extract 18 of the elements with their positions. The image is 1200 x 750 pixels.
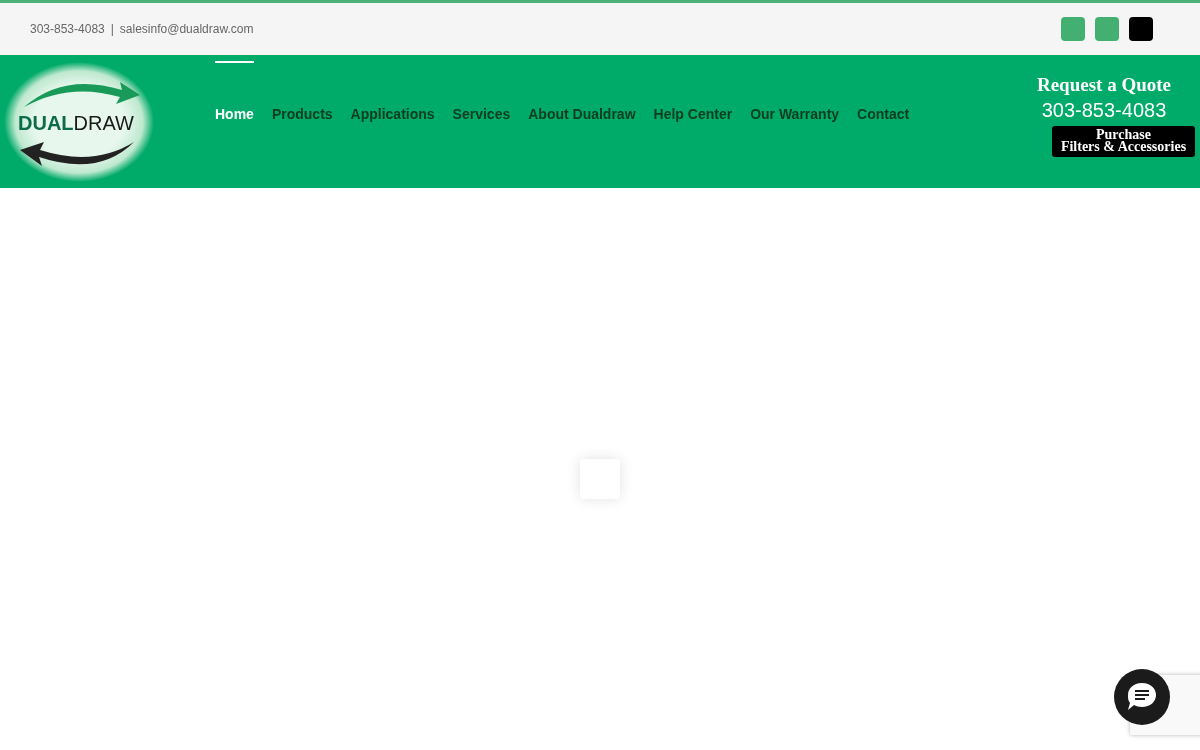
nav-link[interactable]: Home — [215, 61, 254, 122]
chat-button[interactable] — [1114, 669, 1170, 725]
nav-link[interactable]: About Dualdraw — [528, 61, 636, 122]
purchase-button[interactable]: Purchase Filters & Accessories — [1052, 126, 1195, 157]
phone-number[interactable]: 303-853-4083 — [30, 22, 105, 36]
nav-link[interactable]: Help Center — [653, 61, 733, 122]
social-icon[interactable] — [1129, 17, 1153, 41]
chat-icon — [1125, 681, 1159, 713]
nav-link[interactable]: Products — [271, 61, 333, 122]
nav-link[interactable]: Applications — [350, 61, 435, 122]
separator: | — [110, 22, 114, 36]
nav-link[interactable]: Contact — [857, 61, 910, 122]
email-link[interactable]: salesinfo@dualdraw.com — [119, 22, 254, 36]
nav-link[interactable]: Our Warranty — [750, 61, 840, 122]
logo[interactable]: DUALDRAW — [4, 61, 154, 182]
quote-heading[interactable]: Request a Quote — [1036, 74, 1172, 96]
quote-phone[interactable]: 303-853-4083 — [1041, 99, 1167, 122]
nav-link[interactable]: Services — [452, 61, 511, 122]
